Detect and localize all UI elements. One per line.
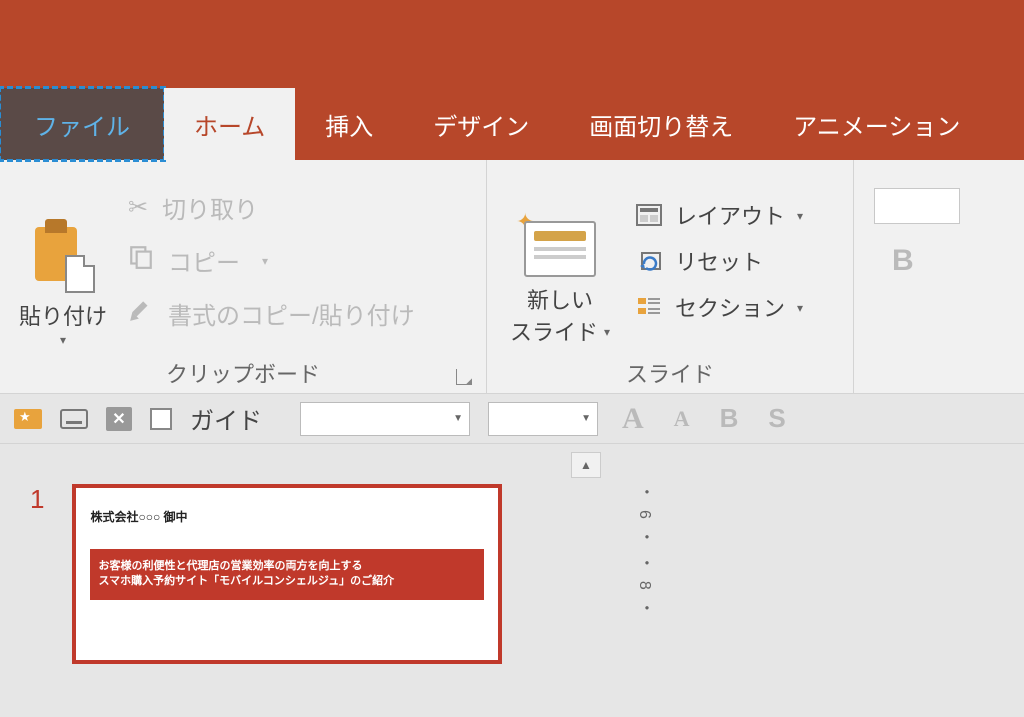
group-clipboard: 貼り付け ▾ ✂ 切り取り コピー ▾ — [0, 160, 487, 393]
ribbon: 貼り付け ▾ ✂ 切り取り コピー ▾ — [0, 160, 1024, 394]
title-bar — [0, 0, 1024, 88]
ruler-area: ・6・・8・ — [602, 444, 1024, 717]
reset-label: リセット — [675, 245, 763, 277]
scroll-up-button[interactable]: ▲ — [571, 452, 601, 478]
section-button[interactable]: セクション ▾ — [635, 291, 845, 323]
ribbon-tabs: ファイル ホーム 挿入 デザイン 画面切り替え アニメーション — [0, 88, 1024, 160]
cut-label: 切り取り — [162, 190, 258, 225]
format-painter-button[interactable]: 書式のコピー/貼り付け — [128, 296, 478, 331]
paste-button[interactable]: 貼り付け ▾ — [8, 168, 118, 353]
reset-button[interactable]: リセット — [635, 245, 845, 277]
tab-design[interactable]: デザイン — [403, 88, 559, 160]
tab-insert[interactable]: 挿入 — [295, 88, 403, 160]
tab-transitions[interactable]: 画面切り替え — [559, 88, 763, 160]
tab-file[interactable]: ファイル — [0, 88, 164, 160]
section-label: セクション — [675, 291, 785, 323]
keyboard-button[interactable] — [60, 406, 88, 432]
layout-label: レイアウト — [675, 199, 785, 231]
layout-button[interactable]: レイアウト ▾ — [635, 199, 845, 231]
tab-animations[interactable]: アニメーション — [763, 88, 990, 160]
copy-label: コピー — [168, 243, 240, 278]
copy-button[interactable]: コピー ▾ — [128, 243, 478, 278]
slide-thumbnails-panel: 1 株式会社○○○ 御中 お客様の利便性と代理店の営業効率の両方を向上する スマ… — [0, 444, 570, 717]
bold-qa-button[interactable]: B — [714, 403, 745, 434]
guide-label: ガイド — [190, 401, 262, 436]
strike-qa-button[interactable]: S — [762, 403, 791, 434]
vertical-ruler: ・6・・8・ — [632, 484, 656, 626]
close-button[interactable]: ✕ — [106, 407, 132, 431]
font-grow-button[interactable]: A — [616, 402, 650, 436]
paintbrush-icon — [128, 297, 154, 330]
work-area: 1 株式会社○○○ 御中 お客様の利便性と代理店の営業効率の両方を向上する スマ… — [0, 444, 1024, 717]
combo-2[interactable]: ▼ — [488, 402, 598, 436]
new-slide-label2: スライド — [510, 315, 598, 347]
chevron-down-icon: ▾ — [604, 325, 610, 339]
thumb-banner-line1: お客様の利便性と代理店の営業効率の両方を向上する — [98, 559, 476, 574]
combo-1[interactable]: ▼ — [300, 402, 470, 436]
tab-home[interactable]: ホーム — [164, 88, 295, 160]
font-shrink-button[interactable]: A — [668, 406, 696, 432]
thumb-company-text: 株式会社○○○ 御中 — [90, 508, 484, 525]
font-name-combo[interactable] — [874, 188, 960, 224]
copy-icon — [128, 244, 154, 277]
paste-label: 貼り付け — [19, 299, 107, 331]
chevron-down-icon: ▾ — [797, 301, 803, 315]
thumb-banner: お客様の利便性と代理店の営業効率の両方を向上する スマホ購入予約サイト「モバイル… — [90, 549, 484, 600]
slide-thumbnail-1[interactable]: 株式会社○○○ 御中 お客様の利便性と代理店の営業効率の両方を向上する スマホ購… — [72, 484, 502, 664]
chevron-down-icon: ▾ — [797, 209, 803, 223]
chevron-down-icon: ▾ — [60, 333, 66, 347]
secondary-toolbar: ✕ ガイド ▼ ▼ A A B S — [0, 394, 1024, 444]
cut-button[interactable]: ✂ 切り取り — [128, 190, 478, 225]
slide-icon — [524, 221, 596, 277]
reset-icon — [635, 249, 663, 273]
clipboard-group-label: クリップボード — [8, 353, 478, 389]
slide-number: 1 — [30, 484, 44, 717]
new-slide-label1: 新しい — [527, 283, 593, 315]
scissors-icon: ✂ — [128, 193, 148, 222]
format-painter-label: 書式のコピー/貼り付け — [168, 296, 415, 331]
bold-button[interactable]: B — [874, 244, 960, 278]
thumb-banner-line2: スマホ購入予約サイト「モバイルコンシェルジュ」のご紹介 — [98, 574, 476, 589]
scroll-column: ▲ — [570, 444, 602, 717]
paste-icon — [31, 217, 95, 293]
guide-checkbox[interactable] — [150, 408, 172, 430]
dialog-launcher-icon[interactable] — [456, 369, 472, 385]
group-font: B — [854, 160, 980, 393]
chevron-down-icon: ▾ — [262, 254, 268, 268]
layout-icon — [635, 203, 663, 227]
slides-group-label: スライド — [495, 353, 845, 389]
section-icon — [635, 295, 663, 319]
new-slide-button[interactable]: ✦ 新しい スライド ▾ — [495, 168, 625, 353]
favorites-folder-button[interactable] — [14, 406, 42, 432]
group-slides: ✦ 新しい スライド ▾ レイアウト ▾ — [487, 160, 854, 393]
